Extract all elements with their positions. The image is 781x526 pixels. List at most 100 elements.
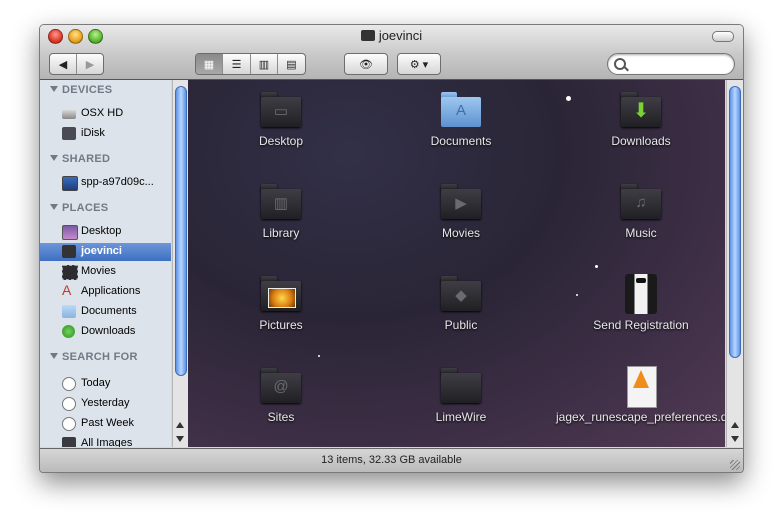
search-field[interactable] (607, 53, 735, 75)
sidebar-item-label: Past Week (81, 417, 134, 429)
sidebar-heading-places[interactable]: PLACES (50, 202, 108, 214)
main-scrollbar[interactable] (726, 80, 743, 447)
file-name: Desktop (258, 134, 304, 148)
forward-button[interactable]: ▶ (77, 54, 103, 74)
toolbar: joevinci ◀ ▶ ▦ ☰ ▥ ▤ 👁 ⚙ ▾ (40, 25, 743, 80)
file-item-documents[interactable]: A Documents (371, 80, 551, 170)
back-button[interactable]: ◀ (50, 54, 77, 74)
sidebar: DEVICES OSX HD iDisk SHARED spp-a97d09c.… (40, 80, 171, 447)
sidebar-scrollbar[interactable] (172, 80, 188, 447)
file-name: Send Registration (593, 318, 689, 332)
file-icon-view: ▭ Desktop A Documents ⬇ Downloads ▥ Libr… (188, 80, 725, 447)
main-scroll-thumb[interactable] (729, 86, 741, 358)
dat-file-icon (619, 366, 663, 408)
clock-icon (62, 417, 76, 431)
sidebar-item-documents[interactable]: Documents (40, 303, 171, 321)
sidebar-item-label: iDisk (81, 127, 105, 139)
sidebar-item-shared-computer[interactable]: spp-a97d09c... (40, 174, 171, 192)
file-item-pictures[interactable]: Pictures (191, 264, 371, 354)
movies-icon (62, 265, 78, 280)
status-bar: 13 items, 32.33 GB available (40, 448, 743, 472)
sidebar-item-label: Documents (81, 305, 137, 317)
sidebar-item-today[interactable]: Today (40, 375, 171, 393)
sidebar-item-desktop[interactable]: Desktop (40, 223, 171, 241)
desktop-folder-icon: ▭ (259, 90, 303, 130)
quicklook-group: 👁 (344, 53, 388, 75)
search-icon (614, 58, 626, 70)
file-name: jagex_runescape_preferences.dat (556, 410, 725, 424)
sidebar-heading-shared[interactable]: SHARED (50, 153, 110, 165)
sidebar-item-downloads[interactable]: Downloads (40, 323, 171, 341)
file-item-library[interactable]: ▥ Library (191, 172, 371, 262)
sidebar-item-label: Downloads (81, 325, 136, 337)
file-item-limewire[interactable]: LimeWire (371, 356, 551, 446)
applications-icon: A (62, 282, 72, 298)
file-name: Library (262, 226, 300, 240)
sidebar-item-label: Desktop (81, 225, 122, 237)
home-icon (62, 245, 76, 258)
send-registration-icon (619, 274, 663, 314)
downloads-folder-icon: ⬇ (619, 90, 663, 130)
file-name: Movies (441, 226, 480, 240)
file-item-dat-file[interactable]: jagex_runescape_preferences.dat (551, 356, 725, 446)
file-item-desktop[interactable]: ▭ Desktop (191, 80, 371, 170)
sidebar-scroll-thumb[interactable] (175, 86, 187, 376)
main-scroll-up-arrow[interactable] (731, 422, 739, 428)
file-name: Music (625, 226, 657, 240)
movies-folder-icon: ▶ (439, 182, 483, 222)
network-computer-icon (62, 176, 78, 191)
sidebar-item-yesterday[interactable]: Yesterday (40, 395, 171, 413)
sidebar-scroll-down-arrow[interactable] (176, 436, 184, 442)
file-item-movies[interactable]: ▶ Movies (371, 172, 551, 262)
sidebar-item-applications[interactable]: A Applications (40, 283, 171, 301)
clock-icon (62, 397, 76, 411)
hard-drive-icon (62, 110, 76, 119)
column-view-button[interactable]: ▥ (251, 54, 278, 74)
desktop-icon (62, 225, 78, 240)
sidebar-heading-devices[interactable]: DEVICES (50, 84, 112, 96)
action-menu-button[interactable]: ⚙ ▾ (398, 54, 440, 74)
search-input[interactable] (630, 56, 730, 73)
sidebar-item-idisk[interactable]: iDisk (40, 125, 171, 143)
sidebar-heading-search-for[interactable]: SEARCH FOR (50, 351, 138, 363)
quicklook-button[interactable]: 👁 (345, 54, 387, 74)
sidebar-item-label: spp-a97d09c... (81, 176, 154, 188)
coverflow-view-button[interactable]: ▤ (278, 54, 305, 74)
window-title-text: joevinci (378, 28, 423, 43)
file-item-public[interactable]: ◆ Public (371, 264, 551, 354)
sidebar-item-label: joevinci (81, 245, 122, 257)
status-text: 13 items, 32.33 GB available (321, 454, 462, 466)
sidebar-scroll-up-arrow[interactable] (176, 422, 184, 428)
limewire-folder-icon (439, 366, 483, 406)
sidebar-item-label: Today (81, 377, 111, 389)
sidebar-item-all-images[interactable]: All Images (40, 435, 171, 447)
documents-folder-icon: A (439, 90, 483, 130)
file-item-send-registration[interactable]: Send Registration (551, 264, 725, 354)
file-item-downloads[interactable]: ⬇ Downloads (551, 80, 725, 170)
finder-window: joevinci ◀ ▶ ▦ ☰ ▥ ▤ 👁 ⚙ ▾ DEVICES OSX H… (39, 24, 744, 473)
home-folder-icon (360, 30, 375, 41)
toolbar-toggle-button[interactable] (712, 31, 734, 42)
sidebar-item-movies[interactable]: Movies (40, 263, 171, 281)
view-mode-group: ▦ ☰ ▥ ▤ (195, 53, 306, 75)
resize-grip-icon[interactable] (730, 460, 740, 470)
file-item-sites[interactable]: @ Sites (191, 356, 371, 446)
icon-view-button[interactable]: ▦ (196, 54, 223, 74)
file-item-music[interactable]: ♫ Music (551, 172, 725, 262)
clock-icon (62, 377, 76, 391)
action-group: ⚙ ▾ (397, 53, 441, 75)
sidebar-item-joevinci[interactable]: joevinci (40, 243, 171, 261)
documents-icon (62, 305, 76, 318)
window-title: joevinci (40, 28, 743, 43)
list-view-button[interactable]: ☰ (223, 54, 251, 74)
file-name: Public (444, 318, 478, 332)
sidebar-item-past-week[interactable]: Past Week (40, 415, 171, 433)
sidebar-item-osx-hd[interactable]: OSX HD (40, 105, 171, 123)
sidebar-item-label: Yesterday (81, 397, 130, 409)
sidebar-item-label: Movies (81, 265, 116, 277)
music-folder-icon: ♫ (619, 182, 663, 222)
file-name: Downloads (611, 134, 671, 148)
idisk-icon (62, 127, 76, 140)
pictures-folder-icon (259, 274, 303, 314)
main-scroll-down-arrow[interactable] (731, 436, 739, 442)
